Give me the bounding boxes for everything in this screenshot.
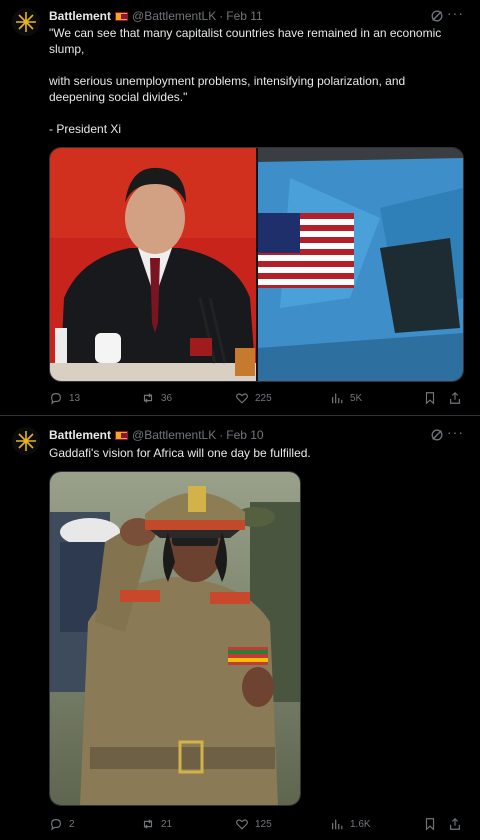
battlement-logo-icon (12, 8, 40, 36)
tweet-media[interactable] (49, 471, 301, 806)
bookmark-icon (425, 818, 435, 831)
tweet[interactable]: Battlement @BattlementLK · Feb 11 ··· "W… (0, 0, 480, 415)
share-button[interactable] (448, 817, 462, 831)
media-image (50, 472, 300, 805)
like-button[interactable]: 125 (235, 817, 272, 831)
view-count: 5K (350, 392, 363, 404)
media-image (50, 148, 463, 381)
more-options-button[interactable]: ··· (447, 424, 464, 440)
reply-icon (51, 819, 61, 831)
views-chart-icon (332, 393, 343, 404)
like-button[interactable]: 225 (235, 391, 272, 405)
reply-count: 13 (69, 392, 81, 404)
view-count: 1.6K (350, 818, 371, 830)
like-count: 225 (255, 392, 272, 404)
bookmark-button[interactable] (423, 391, 437, 405)
tweet-text: "We can see that many capitalist countri… (49, 26, 442, 136)
views-button[interactable]: 5K (330, 391, 362, 405)
repost-count: 36 (161, 392, 173, 404)
tweet-actions: 2 21 125 1.6K (49, 815, 464, 833)
views-chart-icon (332, 819, 343, 830)
tweet-media[interactable] (49, 147, 464, 382)
repost-button[interactable]: 21 (141, 817, 172, 831)
reply-button[interactable]: 2 (49, 817, 75, 831)
user-handle[interactable]: @BattlementLK (132, 9, 216, 23)
share-icon (450, 391, 460, 404)
separator-dot: · (219, 428, 224, 442)
repost-icon (143, 819, 153, 829)
heart-icon (236, 819, 248, 830)
more-options-button[interactable]: ··· (447, 5, 464, 21)
tweet-header: Battlement @BattlementLK · Feb 11 (49, 7, 420, 25)
reply-icon (51, 393, 61, 405)
display-name[interactable]: Battlement (49, 428, 111, 442)
bookmark-icon (425, 392, 435, 405)
tweet-header: Battlement @BattlementLK · Feb 10 (49, 426, 420, 444)
views-button[interactable]: 1.6K (330, 817, 371, 831)
avatar[interactable] (12, 8, 40, 36)
separator-dot: · (219, 9, 224, 23)
grok-icon[interactable] (430, 9, 444, 23)
sri-lanka-flag-icon (115, 430, 129, 440)
share-icon (450, 817, 460, 830)
reply-button[interactable]: 13 (49, 391, 80, 405)
like-count: 125 (255, 818, 272, 830)
tweet-date[interactable]: Feb 11 (226, 9, 262, 23)
tweet-actions: 13 36 225 5K (49, 389, 464, 407)
avatar[interactable] (12, 427, 40, 455)
heart-icon (236, 393, 248, 404)
repost-icon (143, 393, 153, 403)
sri-lanka-flag-icon (115, 11, 129, 21)
repost-button[interactable]: 36 (141, 391, 172, 405)
tweet-date[interactable]: Feb 10 (226, 428, 263, 442)
bookmark-button[interactable] (423, 817, 437, 831)
battlement-logo-icon (12, 427, 40, 455)
user-handle[interactable]: @BattlementLK (132, 428, 216, 442)
repost-count: 21 (161, 818, 173, 830)
tweet[interactable]: Battlement @BattlementLK · Feb 10 ··· Ga… (0, 416, 480, 840)
reply-count: 2 (69, 818, 75, 830)
tweet-text: Gaddafi's vision for Africa will one day… (49, 446, 311, 460)
share-button[interactable] (448, 391, 462, 405)
grok-icon[interactable] (430, 428, 444, 442)
display-name[interactable]: Battlement (49, 9, 111, 23)
